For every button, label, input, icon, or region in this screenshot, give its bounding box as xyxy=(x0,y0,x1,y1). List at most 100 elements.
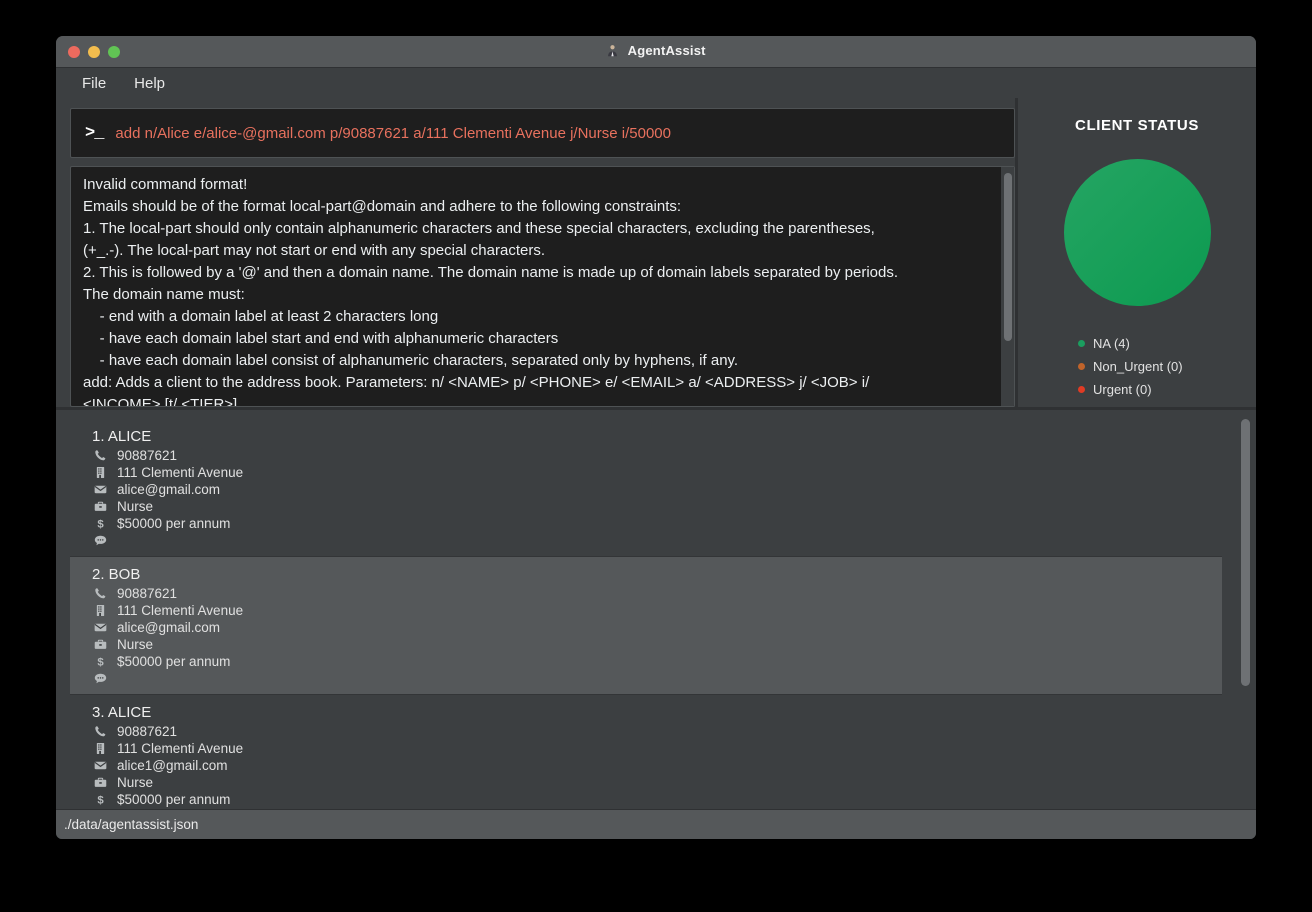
agent-person-icon xyxy=(606,44,619,60)
result-line: <INCOME> [t/ <TIER>] xyxy=(83,396,238,407)
client-field-phone: 90887621 xyxy=(92,447,1222,464)
client-field-value: Nurse xyxy=(117,499,154,514)
client-field-address: 111 Clementi Avenue xyxy=(92,740,1222,757)
command-input[interactable]: add n/Alice e/alice-@gmail.com p/9088762… xyxy=(115,125,671,142)
result-line: The domain name must: xyxy=(83,286,245,303)
speech-bubble-icon xyxy=(92,672,109,685)
result-line: (+_.-). The local-part may not start or … xyxy=(83,242,546,259)
phone-icon xyxy=(92,725,109,738)
legend-item: NA (4) xyxy=(1078,332,1183,355)
title-bar: AgentAssist xyxy=(56,36,1256,68)
client-field-income: $ $50000 per annum xyxy=(92,791,1222,808)
phone-icon xyxy=(92,587,109,600)
client-card-title: 1. ALICE xyxy=(92,428,152,445)
client-field-value: 111 Clementi Avenue xyxy=(117,465,244,480)
result-line: 1. The local-part should only contain al… xyxy=(83,220,875,237)
client-status-legend: NA (4) Non_Urgent (0) Urgent (0) xyxy=(1078,332,1183,401)
client-field-email: alice@gmail.com xyxy=(92,481,1222,498)
command-input-box[interactable]: >_ add n/Alice e/alice-@gmail.com p/9088… xyxy=(70,108,1015,158)
client-status-title: CLIENT STATUS xyxy=(1075,117,1199,134)
legend-color-dot xyxy=(1078,386,1085,393)
client-field-value: $50000 per annum xyxy=(117,516,231,531)
result-message: Invalid command format! Emails should be … xyxy=(71,167,1014,407)
result-line: 2. This is followed by a '@' and then a … xyxy=(83,264,899,281)
menu-bar: File Help xyxy=(56,68,1256,98)
client-field-remark xyxy=(92,532,1222,549)
result-scrollbar[interactable] xyxy=(1001,167,1014,406)
client-field-remark xyxy=(92,670,1222,687)
dollar-icon: $ xyxy=(92,655,109,668)
legend-color-dot xyxy=(1078,363,1085,370)
client-list-panel: 1. ALICE 90887621 111 Clementi Avenue alice… xyxy=(56,410,1256,809)
building-icon xyxy=(92,604,109,617)
client-field-value: $50000 per annum xyxy=(117,654,231,669)
legend-color-dot xyxy=(1078,340,1085,347)
client-field-value: alice@gmail.com xyxy=(117,620,220,635)
client-field-address: 111 Clementi Avenue xyxy=(92,602,1222,619)
client-field-job: Nurse xyxy=(92,774,1222,791)
client-list: 1. ALICE 90887621 111 Clementi Avenue alice… xyxy=(70,419,1222,809)
save-location-label: ./data/agentassist.json xyxy=(64,817,199,832)
client-field-value: 111 Clementi Avenue xyxy=(117,741,244,756)
close-window-button[interactable] xyxy=(68,45,80,58)
client-field-remark xyxy=(92,808,1222,809)
minimize-window-button[interactable] xyxy=(88,45,100,58)
client-list-scrollbar-thumb[interactable] xyxy=(1241,419,1250,686)
svg-text:$: $ xyxy=(97,657,104,668)
client-card-title: 2. BOB xyxy=(92,566,141,583)
phone-icon xyxy=(92,449,109,462)
prompt-icon: >_ xyxy=(85,123,104,143)
client-field-value: alice1@gmail.com xyxy=(117,758,228,773)
result-line: Emails should be of the format local-par… xyxy=(83,198,682,215)
client-field-value: Nurse xyxy=(117,775,154,790)
client-field-value: Nurse xyxy=(117,637,154,652)
legend-item: Non_Urgent (0) xyxy=(1078,355,1183,378)
client-field-income: $ $50000 per annum xyxy=(92,653,1222,670)
maximize-window-button[interactable] xyxy=(108,45,120,58)
result-scrollbar-thumb[interactable] xyxy=(1004,173,1012,341)
client-status-pie-chart xyxy=(1063,159,1211,306)
svg-text:$: $ xyxy=(97,519,104,530)
dollar-icon: $ xyxy=(92,793,109,806)
result-line: - have each domain label start and end w… xyxy=(83,330,559,347)
client-field-email: alice1@gmail.com xyxy=(92,757,1222,774)
client-card-title: 3. ALICE xyxy=(92,704,152,721)
client-card[interactable]: 2. BOB 90887621 111 Clementi Avenue alice@g… xyxy=(70,557,1222,695)
client-field-value: $50000 per annum xyxy=(117,792,231,807)
envelope-icon xyxy=(92,621,109,634)
speech-bubble-icon xyxy=(92,534,109,547)
result-line: - end with a domain label at least 2 cha… xyxy=(83,308,439,325)
window-title-text: AgentAssist xyxy=(627,43,706,58)
menu-item-file[interactable]: File xyxy=(72,72,116,95)
client-field-value: 90887621 xyxy=(117,724,178,739)
briefcase-icon xyxy=(92,638,109,651)
building-icon xyxy=(92,466,109,479)
result-display-box: Invalid command format! Emails should be … xyxy=(70,166,1015,407)
result-line: add: Adds a client to the address book. … xyxy=(83,374,870,391)
command-and-result-column: >_ add n/Alice e/alice-@gmail.com p/9088… xyxy=(56,98,1015,407)
client-field-email: alice@gmail.com xyxy=(92,619,1222,636)
window-title: AgentAssist xyxy=(56,43,1256,60)
envelope-icon xyxy=(92,483,109,496)
app-window: AgentAssist File Help >_ add n/Alice e/a… xyxy=(56,36,1256,839)
client-field-value: alice@gmail.com xyxy=(117,482,220,497)
dollar-icon: $ xyxy=(92,517,109,530)
client-field-value: 111 Clementi Avenue xyxy=(117,603,244,618)
client-field-value: 90887621 xyxy=(117,448,178,463)
briefcase-icon xyxy=(92,776,109,789)
client-list-scrollbar[interactable] xyxy=(1239,419,1251,809)
building-icon xyxy=(92,742,109,755)
envelope-icon xyxy=(92,759,109,772)
menu-item-help[interactable]: Help xyxy=(124,72,175,95)
status-bar: ./data/agentassist.json xyxy=(56,809,1256,839)
legend-item: Urgent (0) xyxy=(1078,378,1183,401)
client-status-panel: CLIENT STATUS NA (4) Non_Urgent (0) Urgent… xyxy=(1018,98,1256,407)
briefcase-icon xyxy=(92,500,109,513)
window-controls xyxy=(68,45,120,58)
client-field-income: $ $50000 per annum xyxy=(92,515,1222,532)
client-card[interactable]: 1. ALICE 90887621 111 Clementi Avenue alice… xyxy=(70,419,1222,557)
legend-label: Non_Urgent (0) xyxy=(1093,359,1183,374)
client-card[interactable]: 3. ALICE 90887621 111 Clementi Avenue alice… xyxy=(70,695,1222,809)
client-field-address: 111 Clementi Avenue xyxy=(92,464,1222,481)
client-field-phone: 90887621 xyxy=(92,723,1222,740)
